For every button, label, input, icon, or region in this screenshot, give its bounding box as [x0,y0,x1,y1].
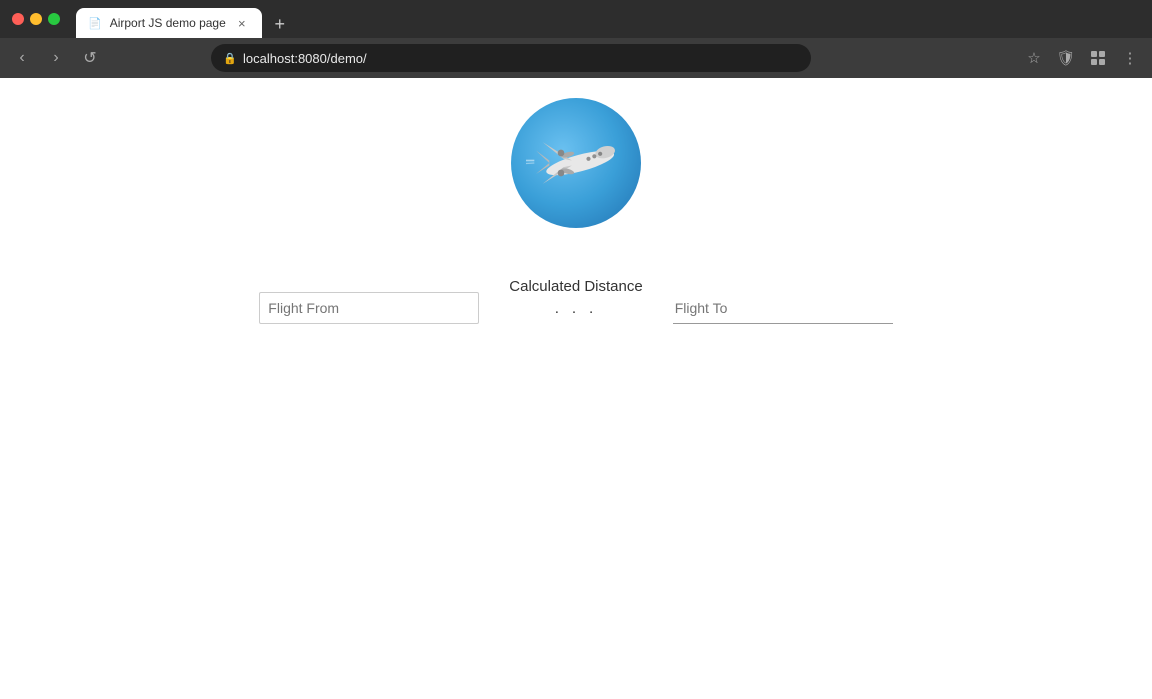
toolbar-icons: ☆ 🛡 ⋮ [1020,44,1144,72]
browser-titlebar: 📄 Airport JS demo page × + [0,0,1152,38]
browser-tabs: 📄 Airport JS demo page × + [76,0,294,38]
tab-page-icon: 📄 [88,17,102,30]
calculated-distance-value: · · · [554,303,597,320]
shield-icon: 🛡 [1052,44,1080,72]
new-tab-button[interactable]: + [266,10,294,38]
tab-close-button[interactable]: × [234,15,250,31]
calculated-distance-label: Calculated Distance [509,278,642,295]
tab-title: Airport JS demo page [110,16,226,30]
address-bar[interactable]: 🔒 localhost:8080/demo/ [211,44,811,72]
app-logo [511,98,641,228]
traffic-lights [12,13,60,25]
forward-icon: › [53,49,58,67]
airplane-icon [526,123,626,203]
url-display: localhost:8080/demo/ [243,51,367,66]
back-button[interactable]: ‹ [8,44,36,72]
lock-icon: 🔒 [223,52,237,65]
reload-button[interactable]: ↺ [76,44,104,72]
flight-to-group [673,292,893,324]
minimize-window-button[interactable] [30,13,42,25]
fullscreen-window-button[interactable] [48,13,60,25]
extensions-button[interactable] [1084,44,1112,72]
forward-button[interactable]: › [42,44,70,72]
flight-from-group [259,292,479,324]
close-window-button[interactable] [12,13,24,25]
flight-to-input[interactable] [673,292,893,324]
page-content: Calculated Distance · · · [0,78,1152,699]
bookmark-button[interactable]: ☆ [1020,44,1048,72]
reload-icon: ↺ [83,48,96,68]
address-bar-row: ‹ › ↺ 🔒 localhost:8080/demo/ ☆ 🛡 ⋮ [0,38,1152,78]
flight-from-input[interactable] [259,292,479,324]
browser-tab-active[interactable]: 📄 Airport JS demo page × [76,8,262,38]
back-icon: ‹ [19,49,24,67]
menu-button[interactable]: ⋮ [1116,44,1144,72]
calculated-distance-display: Calculated Distance · · · [509,278,642,324]
form-row: Calculated Distance · · · [126,278,1026,324]
